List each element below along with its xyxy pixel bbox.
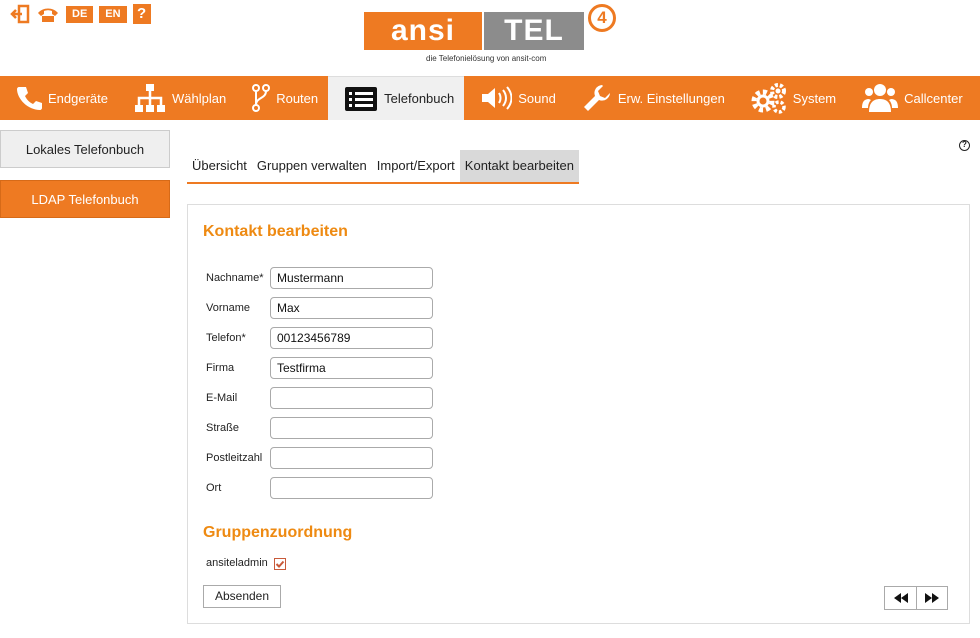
- ort-input[interactable]: [270, 477, 433, 499]
- form-row-vorname: Vorname: [206, 297, 433, 319]
- nav-label: Erw. Einstellungen: [617, 90, 725, 106]
- users-icon: [862, 84, 899, 112]
- form-row-postleitzahl: Postleitzahl: [206, 447, 433, 469]
- sitemap-icon: [135, 84, 165, 112]
- contact-form-panel: Kontakt bearbeiten Nachname* Vorname Tel…: [187, 204, 970, 624]
- sidebar-item-ldap-telefonbuch[interactable]: LDAP Telefonbuch: [0, 180, 170, 218]
- nav-item-sound[interactable]: Sound: [464, 76, 566, 120]
- logo: ansi TEL 4 die Telefonielösung von ansit…: [364, 4, 620, 68]
- form-row-email: E-Mail: [206, 387, 433, 409]
- form-row-firma: Firma: [206, 357, 433, 379]
- nachname-input[interactable]: [270, 267, 433, 289]
- next-button[interactable]: [916, 587, 947, 609]
- form-row-nachname: Nachname*: [206, 267, 433, 289]
- field-label: Vorname: [206, 302, 251, 314]
- group-assignment: ansiteladmin: [206, 555, 286, 570]
- tab-import-export[interactable]: Import/Export: [372, 150, 460, 182]
- submit-button[interactable]: Absenden: [203, 585, 281, 608]
- phone-icon[interactable]: [36, 4, 60, 24]
- email-input[interactable]: [270, 387, 433, 409]
- nav-item-waehlplan[interactable]: Wählplan: [118, 76, 236, 120]
- nav-label: Sound: [518, 90, 556, 106]
- nav-item-callcenter[interactable]: Callcenter: [846, 76, 973, 120]
- sidebar-item-lokales-telefonbuch[interactable]: Lokales Telefonbuch: [0, 130, 170, 168]
- group-label: ansiteladmin: [206, 556, 268, 569]
- subtab-bar: Übersicht Gruppen verwalten Import/Expor…: [187, 150, 579, 184]
- utility-bar: DE EN ?: [10, 4, 151, 24]
- nav-label: Wählplan: [172, 90, 227, 106]
- nav-label: Callcenter: [904, 90, 963, 106]
- group-checkbox[interactable]: [273, 558, 286, 570]
- route-icon: [252, 84, 271, 112]
- checkmark-icon: [275, 560, 285, 568]
- nav-item-erw-einstellungen[interactable]: Erw. Einstellungen: [566, 76, 735, 120]
- form-title: Kontakt bearbeiten: [203, 223, 348, 240]
- vorname-input[interactable]: [270, 297, 433, 319]
- field-label: Ort: [206, 482, 222, 494]
- logo-right-text: TEL: [484, 12, 584, 50]
- logo-left-text: ansi: [364, 12, 482, 50]
- field-label: Firma: [206, 362, 235, 374]
- firma-input[interactable]: [270, 357, 433, 379]
- form-row-strasse: Straße: [206, 417, 433, 439]
- help-icon[interactable]: ?: [959, 140, 970, 151]
- fast-forward-icon: [925, 593, 939, 603]
- group-section-title: Gruppenzuordnung: [203, 524, 353, 541]
- field-label: Straße: [206, 422, 240, 434]
- rewind-icon: [893, 593, 908, 603]
- nav-label: System: [792, 90, 837, 106]
- nav-item-telefonbuch[interactable]: Telefonbuch: [328, 76, 465, 120]
- language-de-button[interactable]: DE: [66, 5, 94, 23]
- strasse-input[interactable]: [270, 417, 433, 439]
- tab-uebersicht[interactable]: Übersicht: [187, 150, 252, 182]
- gears-icon: [751, 83, 786, 114]
- nav-label: Routen: [276, 90, 319, 106]
- nav-label: Endgeräte: [48, 90, 108, 106]
- speaker-icon: [482, 86, 513, 110]
- language-en-button[interactable]: EN: [99, 5, 127, 23]
- form-row-ort: Ort: [206, 477, 433, 499]
- telefon-input[interactable]: [270, 327, 433, 349]
- previous-button[interactable]: [885, 587, 916, 609]
- field-label: E-Mail: [206, 392, 238, 404]
- tab-gruppen-verwalten[interactable]: Gruppen verwalten: [252, 150, 372, 182]
- pager: [884, 586, 948, 610]
- nav-label: Telefonbuch: [384, 91, 455, 106]
- nav-item-routen[interactable]: Routen: [236, 76, 328, 120]
- logo-tagline: die Telefonielösung von ansit-com: [426, 54, 547, 63]
- logo-version: 4: [588, 4, 616, 32]
- form-row-telefon: Telefon*: [206, 327, 433, 349]
- wrench-icon: [583, 85, 610, 111]
- tab-kontakt-bearbeiten[interactable]: Kontakt bearbeiten: [459, 150, 579, 182]
- nav-item-system[interactable]: System: [735, 76, 846, 120]
- nav-item-endgeraete[interactable]: Endgeräte: [0, 76, 118, 120]
- main-nav: Endgeräte Wählplan Routen Telefonbuch So…: [0, 76, 980, 120]
- field-label: Telefon*: [206, 332, 246, 344]
- postleitzahl-input[interactable]: [270, 447, 433, 469]
- logout-icon[interactable]: [10, 4, 30, 24]
- phone-icon: [17, 87, 42, 110]
- list-icon: [345, 86, 378, 111]
- field-label: Postleitzahl: [206, 452, 263, 464]
- field-label: Nachname*: [206, 272, 264, 284]
- help-button[interactable]: ?: [132, 4, 151, 24]
